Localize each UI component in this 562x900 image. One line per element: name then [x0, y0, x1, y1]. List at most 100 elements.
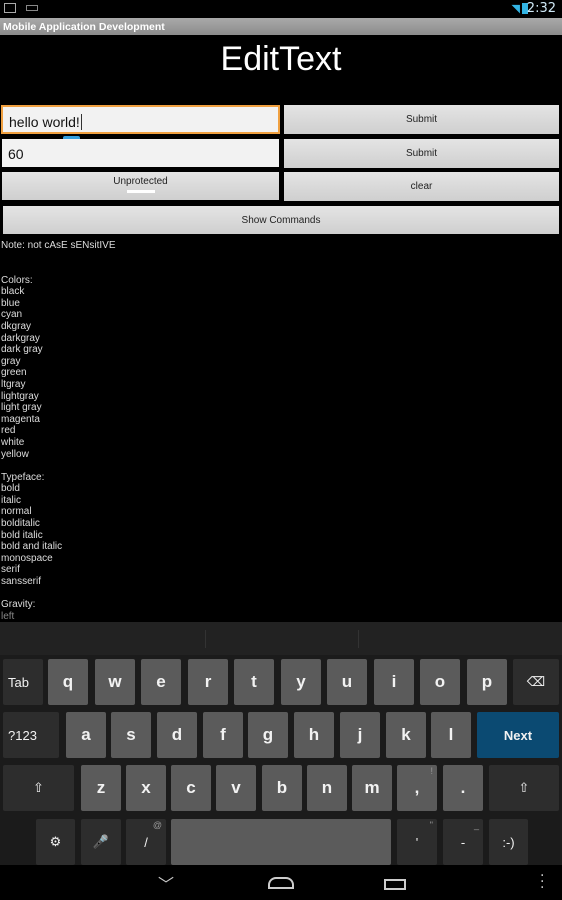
key-label: o — [434, 672, 446, 691]
colors-item: gray — [1, 355, 21, 367]
colors-item: cyan — [1, 309, 23, 321]
number-input[interactable]: 60 — [2, 139, 279, 167]
key-o[interactable]: o — [420, 659, 460, 705]
key-z[interactable]: z — [81, 765, 121, 811]
typeface-item: normal — [1, 506, 32, 518]
recent-apps-icon[interactable] — [384, 879, 406, 890]
colors-item: red — [1, 425, 16, 437]
key-c[interactable]: c — [171, 765, 211, 811]
colors-item: yellow — [1, 448, 29, 460]
key-r[interactable]: r — [188, 659, 228, 705]
key-label: Tab — [8, 674, 29, 690]
period-key[interactable]: . — [443, 765, 483, 811]
key-hint: @ — [152, 820, 162, 830]
shift-key[interactable]: ⇧ — [489, 765, 559, 811]
comma-key[interactable]: ,! — [397, 765, 437, 811]
key-label: v — [231, 778, 241, 797]
key-q[interactable]: q — [48, 659, 88, 705]
typeface-item: italic — [1, 494, 22, 506]
text-input[interactable]: hello world! — [1, 105, 280, 134]
navigation-bar: ﹀ · · · — [0, 865, 562, 900]
backspace-key[interactable]: ⌫ — [513, 659, 559, 705]
key-p[interactable]: p — [467, 659, 507, 705]
wifi-icon: ◥ — [511, 2, 520, 15]
colors-item: white — [1, 436, 25, 448]
colors-item: darkgray — [1, 332, 40, 344]
key-label: g — [262, 725, 274, 744]
key-label: ?123 — [8, 727, 37, 743]
key-hint: ! — [430, 766, 433, 776]
key-label: / — [144, 834, 148, 850]
submit-number-button[interactable]: Submit — [284, 139, 559, 168]
gravity-item: left — [1, 610, 15, 622]
typeface-item: bold — [1, 483, 20, 495]
key-label: z — [96, 778, 106, 797]
commands-list: Note: not cAsE sENsitIVE Colors: black bl… — [1, 240, 301, 622]
colors-item: green — [1, 367, 27, 379]
key-a[interactable]: a — [66, 712, 106, 758]
clear-button[interactable]: clear — [284, 172, 559, 201]
space-key[interactable] — [171, 819, 391, 865]
key-j[interactable]: j — [340, 712, 380, 758]
key-u[interactable]: u — [327, 659, 367, 705]
microphone-key[interactable]: 🎤 — [81, 819, 121, 865]
next-key[interactable]: Next — [477, 712, 559, 758]
key-b[interactable]: b — [262, 765, 302, 811]
key-v[interactable]: v — [216, 765, 256, 811]
tab-key[interactable]: Tab — [3, 659, 43, 705]
key-s[interactable]: s — [111, 712, 151, 758]
key-label: h — [308, 725, 320, 744]
key-label: y — [296, 672, 306, 691]
toggle-label: Unprotected — [113, 176, 168, 187]
typeface-item: bold italic — [1, 529, 43, 541]
slash-key[interactable]: / @ — [126, 819, 166, 865]
smiley-key[interactable]: :-) — [489, 819, 528, 865]
typeface-label: Typeface: — [1, 471, 45, 483]
home-icon[interactable] — [268, 877, 294, 889]
typeface-item: monospace — [1, 552, 53, 564]
page-title: EditText — [220, 40, 342, 78]
key-d[interactable]: d — [157, 712, 197, 758]
key-label: a — [81, 725, 91, 744]
key-w[interactable]: w — [95, 659, 135, 705]
symbols-key[interactable]: ?123 — [3, 712, 59, 758]
protection-toggle[interactable]: Unprotected — [2, 172, 279, 200]
key-h[interactable]: h — [294, 712, 334, 758]
settings-key[interactable]: ⚙ — [36, 819, 75, 865]
toggle-indicator — [126, 190, 155, 193]
key-label: , — [414, 778, 420, 797]
colors-item: black — [1, 286, 25, 298]
key-f[interactable]: f — [203, 712, 243, 758]
key-g[interactable]: g — [248, 712, 288, 758]
dash-key[interactable]: - _ — [443, 819, 483, 865]
key-y[interactable]: y — [281, 659, 321, 705]
key-label: m — [364, 778, 380, 797]
menu-overflow-icon[interactable]: · · · — [540, 869, 544, 895]
key-label: w — [108, 672, 122, 691]
key-label: q — [62, 672, 74, 691]
key-m[interactable]: m — [352, 765, 392, 811]
colors-item: lightgray — [1, 390, 39, 402]
key-label: b — [276, 778, 288, 797]
key-label: d — [171, 725, 183, 744]
key-l[interactable]: l — [431, 712, 471, 758]
submit-text-button[interactable]: Submit — [284, 105, 559, 134]
key-label: 🎤 — [92, 834, 110, 849]
note-text: Note: not cAsE sENsitIVE — [1, 240, 116, 251]
apostrophe-key[interactable]: ' " — [397, 819, 437, 865]
key-k[interactable]: k — [386, 712, 426, 758]
key-x[interactable]: x — [126, 765, 166, 811]
key-i[interactable]: i — [374, 659, 414, 705]
key-e[interactable]: e — [141, 659, 181, 705]
key-n[interactable]: n — [307, 765, 347, 811]
key-label: p — [481, 672, 493, 691]
key-label: u — [341, 672, 353, 691]
back-down-icon[interactable]: ﹀ — [158, 871, 174, 895]
shift-key[interactable]: ⇧ — [3, 765, 74, 811]
key-label: Next — [503, 727, 533, 743]
show-commands-button[interactable]: Show Commands — [3, 206, 559, 234]
key-label: c — [186, 778, 196, 797]
colors-item: ltgray — [1, 378, 26, 390]
key-t[interactable]: t — [234, 659, 274, 705]
status-bar: ◥ 2:32 — [0, 0, 562, 18]
